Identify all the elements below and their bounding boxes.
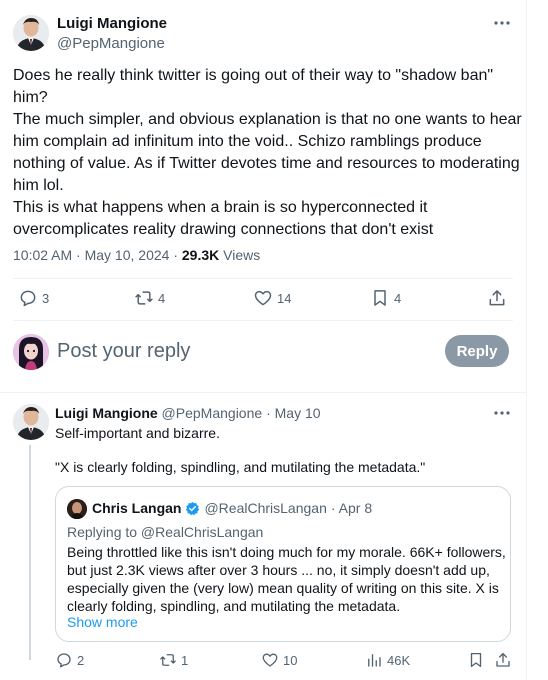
divider bbox=[0, 392, 527, 393]
quoted-text-line: but just 2.3K views after over 3 hours .… bbox=[67, 562, 490, 578]
reply-author-name[interactable]: Luigi Mangione bbox=[55, 405, 158, 421]
reply-author-avatar[interactable] bbox=[13, 404, 49, 440]
like-action[interactable]: 10 bbox=[261, 651, 297, 669]
quoted-tweet-card[interactable]: Chris Langan @RealChrisLangan · Apr 8 Re… bbox=[55, 486, 511, 642]
reply-text-line: "X is clearly folding, spindling, and mu… bbox=[55, 459, 426, 475]
more-options-icon[interactable] bbox=[493, 18, 511, 28]
like-count: 14 bbox=[277, 290, 292, 306]
reply-count: 2 bbox=[77, 652, 85, 668]
quoted-text-line: Being throttled like this isn't doing mu… bbox=[67, 544, 506, 560]
tweet-line: Does he really think twitter is going ou… bbox=[13, 67, 494, 84]
quoted-header: Chris Langan @RealChrisLangan · Apr 8 bbox=[92, 500, 372, 516]
views-count: 29.3K bbox=[181, 247, 220, 263]
quoted-replying-to: Replying to @RealChrisLangan bbox=[67, 524, 264, 540]
views-count: 46K bbox=[387, 652, 411, 668]
timestamp[interactable]: 10:02 AM · May 10, 2024 · bbox=[13, 247, 182, 263]
tweet-meta: 10:02 AM · May 10, 2024 · 29.3K Views bbox=[13, 247, 260, 263]
tweet-line: overcomplicates reality drawing connecti… bbox=[13, 221, 434, 238]
author-name[interactable]: Luigi Mangione bbox=[57, 15, 167, 32]
repost-icon bbox=[134, 288, 154, 308]
heart-icon bbox=[253, 288, 273, 308]
avatar-portrait-icon bbox=[67, 499, 87, 519]
quoted-date: · Apr 8 bbox=[330, 500, 373, 516]
repost-action[interactable]: 4 bbox=[134, 288, 165, 308]
current-user-avatar[interactable] bbox=[13, 334, 49, 370]
avatar-portrait-icon bbox=[13, 15, 49, 51]
bookmark-icon bbox=[370, 288, 390, 308]
reply-date[interactable]: · May 10 bbox=[266, 405, 320, 421]
reply-composer-input[interactable]: Post your reply bbox=[57, 340, 190, 363]
tweet-line: This is what happens when a brain is so … bbox=[13, 199, 428, 216]
reply-icon bbox=[55, 651, 73, 669]
quoted-text-line: clearly folding, spindling, and mutilati… bbox=[67, 598, 401, 614]
like-action[interactable]: 14 bbox=[253, 288, 291, 308]
author-avatar[interactable] bbox=[13, 15, 49, 51]
bookmark-icon bbox=[467, 651, 485, 669]
reply-count: 3 bbox=[42, 290, 50, 306]
divider bbox=[13, 278, 513, 279]
show-more-link[interactable]: Show more bbox=[67, 614, 138, 630]
reply-action[interactable]: 3 bbox=[18, 288, 49, 308]
divider bbox=[13, 320, 513, 321]
tweet-line: him? bbox=[13, 89, 48, 106]
quoted-author-name: Chris Langan bbox=[92, 500, 182, 516]
heart-icon bbox=[261, 651, 279, 669]
analytics-icon bbox=[365, 651, 383, 669]
views-action[interactable]: 46K bbox=[365, 651, 410, 669]
repost-count: 4 bbox=[158, 290, 166, 306]
tweet-line: him complain ad infinitum into the void.… bbox=[13, 133, 482, 150]
verified-badge-icon bbox=[185, 501, 200, 516]
repost-count: 1 bbox=[181, 652, 189, 668]
tweet-line: The much simpler, and obvious explanatio… bbox=[13, 111, 522, 128]
reply-header: Luigi Mangione @PepMangione · May 10 bbox=[55, 405, 321, 421]
thread-connector bbox=[29, 445, 31, 660]
share-action[interactable] bbox=[487, 288, 511, 308]
like-count: 10 bbox=[283, 652, 298, 668]
bookmark-action[interactable] bbox=[467, 651, 489, 669]
avatar-portrait-icon bbox=[13, 404, 49, 440]
reply-action[interactable]: 2 bbox=[55, 651, 84, 669]
avatar-illustration-icon bbox=[13, 334, 49, 370]
post-detail-frame: Luigi Mangione @PepMangione Does he real… bbox=[0, 0, 527, 680]
quoted-author-handle: @RealChrisLangan bbox=[204, 500, 327, 516]
tweet-line: him lol. bbox=[13, 177, 64, 194]
views-label: Views bbox=[219, 247, 261, 263]
bookmark-action[interactable]: 4 bbox=[370, 288, 401, 308]
tweet-text: Does he really think twitter is going ou… bbox=[13, 65, 522, 241]
reply-button[interactable]: Reply bbox=[445, 335, 509, 367]
reply-more-options-icon[interactable] bbox=[493, 408, 511, 418]
repost-action[interactable]: 1 bbox=[159, 651, 188, 669]
reply-icon bbox=[18, 288, 38, 308]
repost-icon bbox=[159, 651, 177, 669]
tweet-line: nothing of value. As if Twitter devotes … bbox=[13, 155, 520, 172]
reply-author-handle[interactable]: @PepMangione bbox=[162, 405, 263, 421]
reply-text-line: Self-important and bizarre. bbox=[55, 425, 220, 441]
quoted-text-line: especially given the (very low) mean qua… bbox=[67, 580, 499, 596]
quoted-author-avatar bbox=[67, 499, 87, 519]
share-icon bbox=[487, 288, 507, 308]
quoted-text: Being throttled like this isn't doing mu… bbox=[67, 543, 506, 615]
share-icon bbox=[494, 651, 512, 669]
share-action[interactable] bbox=[494, 651, 516, 669]
bookmark-count: 4 bbox=[394, 290, 402, 306]
author-handle[interactable]: @PepMangione bbox=[57, 35, 165, 52]
